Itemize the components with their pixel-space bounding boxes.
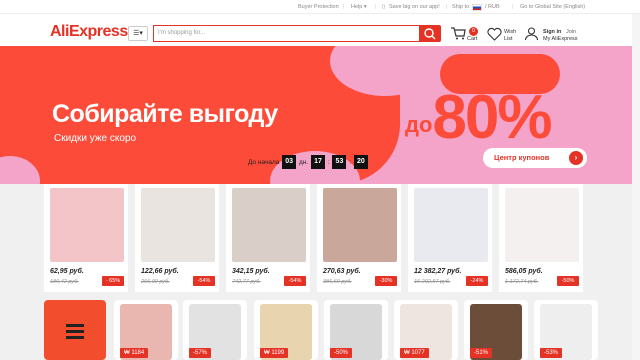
- buyer-protection-link[interactable]: Buyer Protection: [298, 4, 339, 10]
- product-price: 122,66 руб.: [141, 268, 179, 275]
- aliexpress-logo[interactable]: AliExpress: [50, 23, 128, 41]
- wish-list-label[interactable]: Wish List: [504, 29, 516, 43]
- discount-badge: - 65%: [102, 276, 124, 286]
- product-image: [232, 188, 306, 262]
- banner-title: Собирайте выгоду: [52, 100, 278, 128]
- discount-value: 80%: [432, 83, 552, 152]
- deal-card[interactable]: ₩ 1199: [254, 300, 318, 360]
- cart-icon: [451, 27, 466, 40]
- product-price: 270,63 руб.: [323, 268, 361, 275]
- product-image: [50, 188, 124, 262]
- colon: :: [349, 158, 352, 166]
- countdown-timer: До начала 03 дн. 17 : 53 : 20: [247, 155, 368, 169]
- help-label: Help: [351, 4, 363, 10]
- product-card[interactable]: 586,05 руб. 1 172,74 руб. -50%: [499, 184, 583, 292]
- deal-card[interactable]: -53%: [534, 300, 598, 360]
- discount-badge: -54%: [284, 276, 306, 286]
- product-image: [141, 188, 215, 262]
- deal-card[interactable]: ₩ 1077: [394, 300, 458, 360]
- cart-button[interactable]: [450, 26, 466, 45]
- search-button[interactable]: [419, 25, 441, 42]
- coupon-center-button[interactable]: Центр купонов ›: [483, 148, 587, 168]
- discount-headline: до80%: [405, 82, 553, 153]
- product-old-price: 16 292,57 руб.: [414, 279, 451, 285]
- product-price: 586,05 руб.: [505, 268, 543, 275]
- help-link[interactable]: Help ▾: [351, 4, 367, 10]
- category-menu-button[interactable]: ☰▾: [128, 26, 148, 41]
- product-price: 342,15 руб.: [232, 268, 270, 275]
- product-old-price: 266,09 руб.: [141, 279, 170, 285]
- countdown-minutes: 53: [332, 155, 347, 169]
- user-icon[interactable]: [524, 26, 539, 41]
- product-old-price: 742,77 руб.: [232, 279, 261, 285]
- countdown-hours: 17: [311, 155, 326, 169]
- deal-card[interactable]: -50%: [324, 300, 388, 360]
- menu-icon: ☰▾: [133, 30, 143, 37]
- search-input[interactable]: I'm shopping for...: [153, 25, 419, 42]
- deal-tag: -50%: [330, 348, 353, 358]
- deal-tag: -57%: [189, 348, 212, 358]
- discount-badge: -54%: [193, 276, 215, 286]
- deal-card[interactable]: -51%: [464, 300, 528, 360]
- product-old-price: 180,42 руб.: [50, 279, 79, 285]
- deal-tag: ₩ 1184: [120, 348, 149, 358]
- ship-to-label[interactable]: Ship to: [452, 4, 469, 10]
- product-card[interactable]: 62,95 руб. 180,42 руб. - 65%: [44, 184, 128, 292]
- wish-label: Wish: [504, 29, 517, 35]
- cart-label[interactable]: Cart: [467, 36, 477, 43]
- arrow-right-icon: ›: [569, 151, 583, 165]
- product-card[interactable]: 122,66 руб. 266,09 руб. -54%: [135, 184, 219, 292]
- deal-card[interactable]: -57%: [183, 300, 247, 360]
- product-image: [414, 188, 488, 262]
- product-card[interactable]: 270,63 руб. 386,60 руб. -30%: [317, 184, 401, 292]
- product-image: [505, 188, 579, 262]
- promo-tile[interactable]: [44, 300, 106, 360]
- discount-badge: -50%: [557, 276, 579, 286]
- sign-in-link[interactable]: Sign in: [543, 29, 561, 36]
- search-icon: [424, 28, 436, 40]
- app-promo-link[interactable]: Save big on our app!: [389, 4, 440, 10]
- deal-tag: -53%: [540, 348, 563, 358]
- product-price: 12 382,27 руб.: [414, 268, 462, 275]
- countdown-seconds: 20: [353, 155, 368, 169]
- product-image: [323, 188, 397, 262]
- divider: |: [446, 4, 448, 10]
- deals-row: ₩ 1184 -57% ₩ 1199 -50% ₩ 1077 -51% -53%: [44, 300, 632, 360]
- divider: |: [343, 4, 345, 10]
- product-card[interactable]: 342,15 руб. 742,77 руб. -54%: [226, 184, 310, 292]
- countdown-label: До начала: [248, 158, 280, 166]
- phone-icon: ▯: [382, 4, 386, 10]
- heart-icon[interactable]: [487, 27, 502, 41]
- divider: |: [512, 4, 514, 10]
- russia-flag-icon: [472, 4, 482, 11]
- menu-icon: [66, 324, 84, 339]
- cart-count-badge: 0: [469, 27, 478, 36]
- discount-badge: -24%: [466, 276, 488, 286]
- deal-tag: ₩ 1199: [260, 348, 289, 358]
- product-price: 62,95 руб.: [50, 268, 84, 275]
- page-scrollbar[interactable]: [632, 14, 640, 360]
- global-site-link[interactable]: Go to Global Site (English): [520, 4, 585, 10]
- deal-tag: ₩ 1077: [400, 348, 429, 358]
- header: AliExpress ☰▾ I'm shopping for... 0 Cart…: [0, 14, 640, 46]
- list-label: List: [504, 36, 513, 42]
- product-old-price: 386,60 руб.: [323, 279, 352, 285]
- currency-label[interactable]: / RUB: [485, 4, 500, 10]
- coupon-label: Центр купонов: [494, 153, 550, 162]
- top-bar: Buyer Protection | Help ▾ | ▯ Save big o…: [0, 0, 640, 14]
- join-link[interactable]: Join: [566, 29, 576, 36]
- discount-prefix: до: [405, 112, 433, 137]
- product-row: 62,95 руб. 180,42 руб. - 65% 122,66 руб.…: [44, 184, 632, 292]
- product-card[interactable]: 12 382,27 руб. 16 292,57 руб. -24%: [408, 184, 492, 292]
- deal-card[interactable]: ₩ 1184: [114, 300, 178, 360]
- banner-subtitle: Скидки уже скоро: [54, 133, 137, 144]
- product-old-price: 1 172,74 руб.: [505, 279, 539, 285]
- discount-badge: -30%: [375, 276, 397, 286]
- deal-tag: -51%: [470, 348, 493, 358]
- divider: |: [375, 4, 377, 10]
- my-aliexpress-link[interactable]: My AliExpress: [543, 36, 578, 43]
- colon: :: [327, 158, 330, 166]
- days-unit: дн.: [299, 158, 309, 166]
- countdown-days: 03: [282, 155, 297, 169]
